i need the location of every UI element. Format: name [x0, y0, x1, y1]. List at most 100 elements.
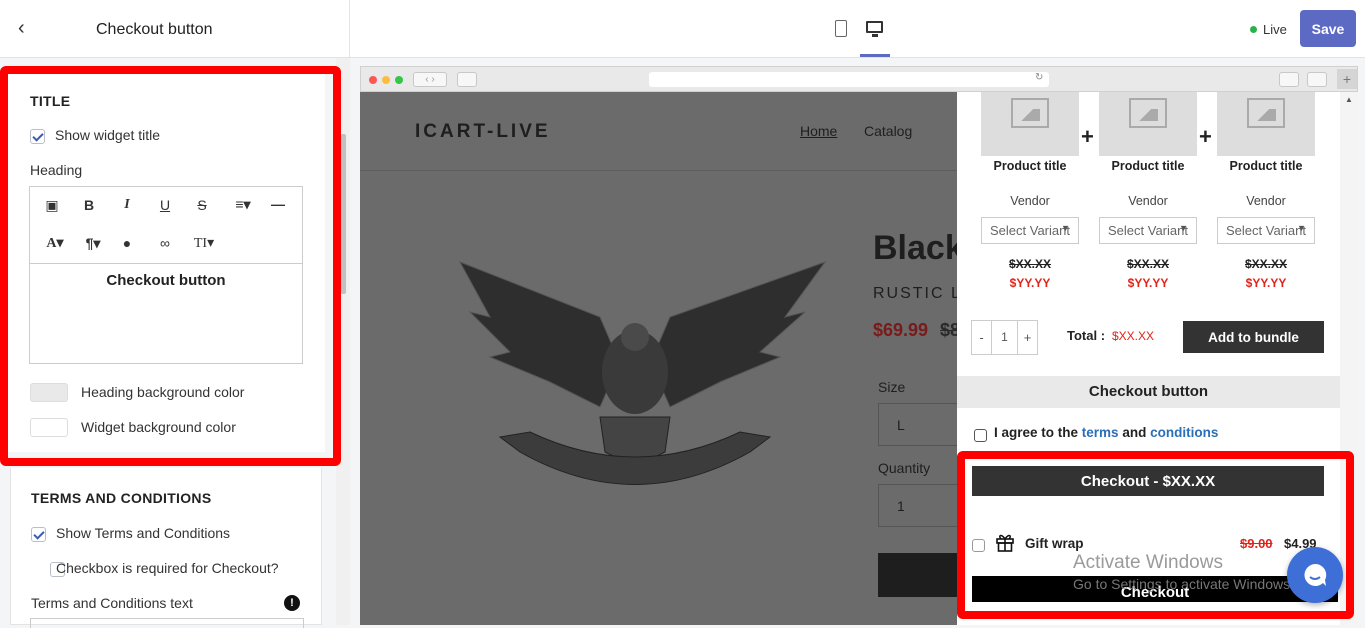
section-heading-terms: TERMS AND CONDITIONS — [31, 490, 212, 506]
compare-price: $8 — [940, 320, 957, 340]
product-vendor-1: Vendor — [1010, 194, 1050, 208]
show-title-checkbox[interactable] — [30, 129, 45, 145]
heading-label: Heading — [30, 162, 83, 178]
terms-text-field[interactable] — [30, 618, 304, 628]
widget-heading: Checkout button — [957, 376, 1340, 408]
title-card: TITLE Show widget title Heading ▣ B I U … — [8, 74, 325, 452]
new-tab-icon[interactable]: + — [1337, 69, 1357, 89]
active-view-indicator — [860, 54, 890, 57]
sidebar-toggle-icon[interactable] — [457, 72, 477, 87]
size-select[interactable]: L — [878, 403, 957, 446]
product-title-2: Product title — [1111, 159, 1185, 173]
image-placeholder-icon — [1011, 98, 1049, 128]
conditions-link[interactable]: conditions — [1150, 425, 1218, 440]
info-icon[interactable]: ! — [284, 595, 300, 611]
image-placeholder-icon — [1129, 98, 1167, 128]
add-to-bundle-button[interactable]: Add to bundle — [1183, 321, 1324, 353]
quantity-value: 1 — [897, 498, 905, 514]
total-value: $XX.XX — [1112, 329, 1155, 343]
address-bar[interactable] — [649, 72, 1049, 87]
store-logo[interactable]: ICART-LIVE — [415, 121, 551, 143]
color-drop-icon[interactable]: ● — [115, 235, 139, 251]
scroll-up-icon[interactable]: ▲ — [1345, 95, 1353, 104]
share-icon[interactable] — [1279, 72, 1299, 87]
top-bar: ‹ Checkout button Live Save — [0, 0, 1365, 58]
italic-icon[interactable]: I — [115, 197, 139, 213]
chevron-down-icon: ▼ — [1297, 223, 1306, 233]
product-title: Black — [873, 229, 957, 267]
chat-button[interactable] — [1287, 547, 1343, 603]
gift-wrap-label: Gift wrap — [1025, 536, 1084, 551]
paragraph-icon[interactable]: ¶▾ — [78, 235, 108, 252]
checkout-total-button[interactable]: Checkout - $XX.XX — [972, 466, 1324, 496]
back-forward-icon[interactable]: ‹ › — [413, 72, 447, 87]
desktop-stand — [872, 34, 878, 37]
bold-icon[interactable]: B — [77, 197, 101, 213]
terms-card: TERMS AND CONDITIONS Show Terms and Cond… — [10, 468, 322, 628]
chat-icon — [1304, 563, 1327, 586]
nav-catalog[interactable]: Catalog — [864, 123, 912, 139]
agree-text: I agree to the terms and conditions — [994, 425, 1218, 440]
windows-watermark-title: Activate Windows — [1073, 552, 1223, 573]
product-vendor: RUSTIC L — [873, 285, 957, 302]
horizontal-rule-icon[interactable]: — — [266, 196, 290, 212]
minimize-dot[interactable] — [382, 76, 390, 84]
editor-toolbar: ▣ B I U S ≡▾ — A▾ ¶▾ ● ∞ TI▾ — [30, 187, 302, 264]
gift-icon — [996, 534, 1014, 552]
widget-bg-swatch[interactable] — [30, 418, 68, 437]
terms-link[interactable]: terms — [1082, 425, 1119, 440]
old-price-3: $XX.XX — [1244, 257, 1288, 271]
maximize-dot[interactable] — [395, 76, 403, 84]
reload-icon[interactable]: ↻ — [1035, 72, 1043, 83]
font-size-icon[interactable]: A▾ — [40, 235, 70, 252]
underline-icon[interactable]: U — [153, 197, 177, 213]
image-placeholder-icon — [1247, 98, 1285, 128]
variant-select-1-label: Select Variant — [990, 223, 1070, 238]
align-icon[interactable]: ≡▾ — [228, 196, 258, 213]
terms-text-label: Terms and Conditions text — [31, 595, 193, 611]
live-status: Live — [1263, 22, 1287, 37]
bundle-quantity-stepper: - 1 + — [971, 320, 1038, 355]
editor-content[interactable]: Checkout button — [30, 272, 302, 289]
agree-checkbox[interactable] — [974, 429, 987, 443]
agree-prefix: I agree to the — [994, 425, 1079, 440]
size-value: L — [897, 417, 905, 433]
nav-home[interactable]: Home — [800, 123, 837, 139]
qty-value[interactable]: 1 — [992, 321, 1017, 354]
tabs-icon[interactable] — [1307, 72, 1327, 87]
old-price-2: $XX.XX — [1126, 257, 1170, 271]
show-terms-label: Show Terms and Conditions — [56, 525, 231, 541]
variant-select-2-label: Select Variant — [1108, 223, 1188, 238]
close-dot[interactable] — [369, 76, 377, 84]
store-header-divider — [360, 170, 957, 171]
add-to-cart-button[interactable] — [878, 553, 957, 597]
widget-bg-label: Widget background color — [81, 419, 236, 435]
live-status-dot — [1250, 26, 1257, 33]
mobile-view-icon[interactable] — [835, 20, 847, 37]
chevron-down-icon: ▼ — [1061, 223, 1070, 233]
product-title-3: Product title — [1229, 159, 1303, 173]
quantity-label: Quantity — [878, 460, 931, 476]
new-price-3: $YY.YY — [1245, 276, 1287, 290]
product-vendor-2: Vendor — [1128, 194, 1168, 208]
product-vendor-3: Vendor — [1246, 194, 1286, 208]
browser-chrome: ‹ › ↻ + — [360, 66, 1358, 92]
scrollbar-thumb[interactable] — [341, 134, 346, 294]
quantity-input[interactable]: 1 — [878, 484, 957, 527]
strikethrough-icon[interactable]: S — [190, 197, 214, 213]
link-icon[interactable]: ∞ — [153, 235, 177, 251]
show-terms-checkbox[interactable] — [31, 527, 46, 543]
variant-select-3-label: Select Variant — [1226, 223, 1306, 238]
save-button[interactable]: Save — [1300, 10, 1356, 47]
qty-minus-button[interactable]: - — [972, 321, 992, 354]
back-arrow-icon[interactable]: ‹ — [18, 17, 25, 40]
desktop-view-icon[interactable] — [866, 21, 883, 33]
heading-bg-label: Heading background color — [81, 384, 245, 400]
image-icon[interactable]: ▣ — [40, 197, 64, 214]
chevron-down-icon: ▼ — [1179, 223, 1188, 233]
gift-wrap-old-price: $9.00 — [1240, 536, 1273, 551]
clear-format-icon[interactable]: TI▾ — [188, 235, 220, 252]
heading-bg-swatch[interactable] — [30, 383, 68, 402]
gift-wrap-checkbox[interactable] — [972, 539, 985, 553]
qty-plus-button[interactable]: + — [1017, 321, 1037, 354]
